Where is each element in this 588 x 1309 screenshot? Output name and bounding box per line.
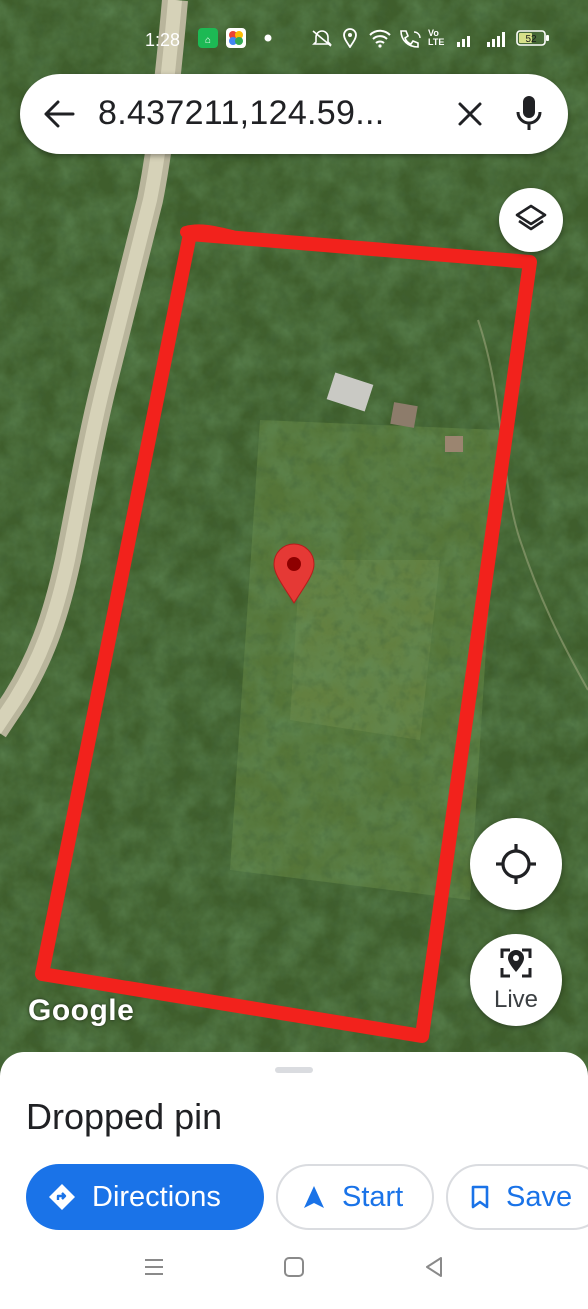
status-time: 1:28 [145,30,181,50]
start-button[interactable]: Start [276,1164,434,1230]
app-notification-icon: ⌂ [198,28,218,48]
sheet-drag-handle[interactable] [275,1067,313,1073]
svg-text:⌂: ⌂ [205,35,211,46]
wifi-calling-icon [398,28,424,48]
signal-icon-2 [486,28,508,48]
layers-button[interactable] [499,188,563,252]
location-icon [342,28,358,48]
back-nav-icon[interactable] [423,1254,445,1280]
directions-icon [49,1184,75,1210]
start-label: Start [342,1180,404,1213]
back-arrow-icon[interactable] [42,98,76,130]
search-bar[interactable]: 8.437211,124.59... [20,74,568,154]
crosshair-icon [496,844,536,884]
google-attribution: Google [28,994,135,1027]
my-location-button[interactable] [470,818,562,910]
notification-dot-icon [264,28,272,48]
live-view-label: Live [493,986,539,1013]
close-icon[interactable] [454,98,486,130]
wifi-icon [368,28,392,48]
microphone-icon[interactable] [514,92,544,136]
live-view-icon [500,948,532,978]
home-icon[interactable] [283,1254,305,1280]
directions-button[interactable]: Directions [26,1164,264,1230]
save-label: Save [506,1180,573,1213]
recent-apps-icon[interactable] [143,1254,165,1280]
layers-icon [515,204,547,231]
system-navigation-bar [0,1234,588,1309]
directions-label: Directions [92,1180,221,1213]
live-view-button[interactable]: Live [470,934,562,1026]
mute-icon [310,28,334,48]
place-title: Dropped pin [26,1096,223,1137]
battery-level: 52 [525,34,537,45]
volte-label: Vo LTE [428,28,445,47]
navigation-arrow-icon [304,1186,324,1208]
battery-icon: 52 [516,28,550,48]
photos-app-icon [226,28,246,48]
signal-icon-1 [456,28,474,48]
status-bar: 1:28 ⌂ Vo LTE 52 [0,22,588,58]
search-query[interactable]: 8.437211,124.59... [98,94,384,133]
bookmark-icon [471,1185,489,1209]
save-button[interactable]: Save [446,1164,588,1230]
